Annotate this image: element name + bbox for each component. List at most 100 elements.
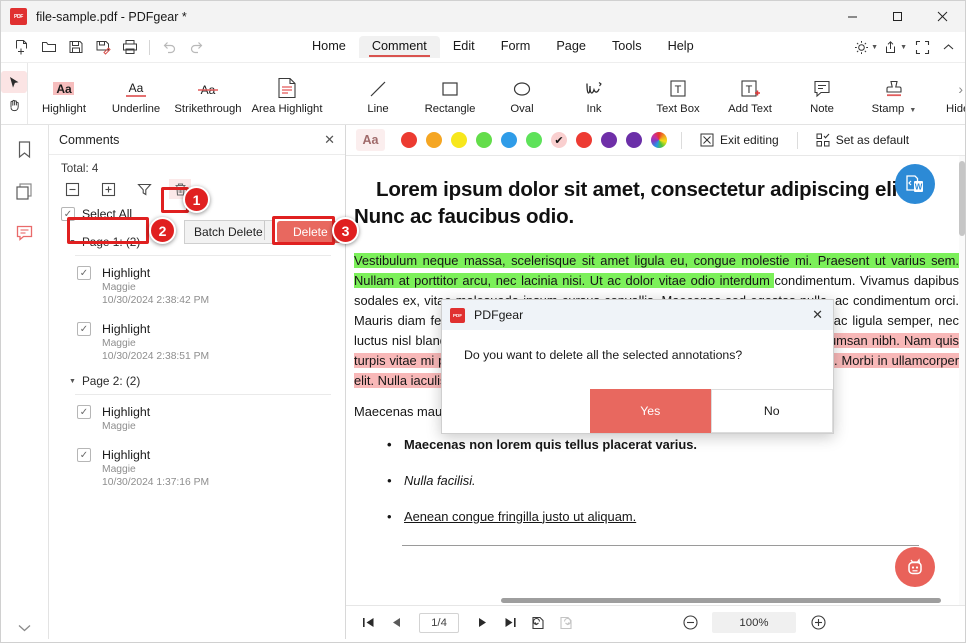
tab-tools[interactable]: Tools: [599, 36, 655, 58]
last-page-icon[interactable]: [496, 611, 524, 635]
minimize-button[interactable]: [830, 1, 875, 32]
hand-tool-icon[interactable]: [1, 94, 27, 116]
undo-icon[interactable]: [157, 35, 182, 59]
maximize-button[interactable]: [875, 1, 920, 32]
ribbon-add-text-button[interactable]: T Add Text: [714, 65, 786, 123]
oval-icon: [510, 73, 534, 100]
comment-checkbox[interactable]: ✓: [77, 266, 91, 280]
fullscreen-icon[interactable]: [910, 35, 935, 60]
ribbon-note-button[interactable]: Note: [786, 65, 858, 123]
comment-checkbox[interactable]: ✓: [77, 405, 91, 419]
ribbon-oval-button[interactable]: Oval: [486, 65, 558, 123]
open-file-icon[interactable]: [36, 35, 61, 59]
collapse-ribbon-icon[interactable]: [936, 35, 961, 60]
save-as-icon[interactable]: [90, 35, 115, 59]
zoom-out-icon[interactable]: [676, 611, 704, 635]
comment-details: Highlight Maggie 10/30/2024 2:38:42 PM: [102, 266, 209, 306]
ribbon-text-box-button[interactable]: T Text Box: [642, 65, 714, 123]
zoom-in-icon[interactable]: [804, 611, 832, 635]
first-page-icon[interactable]: [354, 611, 382, 635]
comments-group-page-2-label: Page 2: (2): [82, 374, 140, 388]
comment-list-item[interactable]: ✓ Highlight Maggie 10/30/2024 1:37:16 PM: [49, 438, 345, 494]
color-swatch-orange[interactable]: [426, 132, 442, 148]
vertical-scrollbar[interactable]: [959, 156, 965, 605]
close-button[interactable]: [920, 1, 965, 32]
set-as-default-icon: [816, 133, 830, 147]
ribbon-stamp-button[interactable]: Stamp ▼: [858, 65, 930, 123]
horizontal-scrollbar-thumb[interactable]: [501, 598, 941, 603]
expand-all-icon[interactable]: [97, 179, 119, 199]
font-style-button[interactable]: Aa: [356, 129, 385, 151]
assistant-bot-icon[interactable]: [895, 547, 935, 587]
bookmarks-icon[interactable]: [10, 135, 40, 163]
dialog-close-icon[interactable]: ✕: [812, 307, 823, 323]
comment-list-item[interactable]: ✓ Highlight Maggie 10/30/2024 2:38:51 PM: [49, 312, 345, 368]
color-swatch-purple-2[interactable]: [626, 132, 642, 148]
share-icon[interactable]: ▼: [881, 35, 909, 60]
context-divider: [264, 221, 265, 240]
exit-editing-button[interactable]: Exit editing: [696, 130, 783, 150]
ribbon-highlight-button[interactable]: Aa Highlight: [28, 65, 100, 123]
prev-page-icon[interactable]: [382, 611, 410, 635]
color-swatch-yellow[interactable]: [451, 132, 467, 148]
color-swatch-blue[interactable]: [501, 132, 517, 148]
comment-checkbox[interactable]: ✓: [77, 322, 91, 336]
thumbnails-icon[interactable]: [10, 177, 40, 205]
select-all-checkbox[interactable]: ✓: [61, 207, 75, 221]
tab-form[interactable]: Form: [488, 36, 544, 58]
set-as-default-label: Set as default: [836, 133, 909, 147]
print-icon[interactable]: [117, 35, 142, 59]
vertical-scrollbar-thumb[interactable]: [959, 161, 965, 236]
close-icon[interactable]: ✕: [324, 132, 335, 148]
svg-text:Aa: Aa: [56, 82, 72, 96]
color-swatch-purple[interactable]: [601, 132, 617, 148]
tab-edit[interactable]: Edit: [440, 36, 488, 58]
color-picker-icon[interactable]: [651, 132, 667, 148]
color-swatch-green[interactable]: [476, 132, 492, 148]
rail-collapse-icon[interactable]: [17, 623, 32, 633]
filter-icon[interactable]: [133, 179, 155, 199]
window-title: file-sample.pdf - PDFgear *: [36, 10, 187, 24]
document-bullet-3: Aenean congue fringilla justo ut aliquam…: [354, 509, 959, 524]
save-icon[interactable]: [63, 35, 88, 59]
comments-icon[interactable]: [10, 219, 40, 247]
rotate-right-icon[interactable]: [552, 611, 580, 635]
tab-help[interactable]: Help: [655, 36, 707, 58]
color-swatch-selected-pink[interactable]: [551, 132, 567, 148]
ribbon-strikethrough-button[interactable]: Aa Strikethrough: [172, 65, 244, 123]
document-bullet-list: Maecenas non lorem quis tellus placerat …: [354, 437, 959, 524]
color-swatch-red[interactable]: [401, 132, 417, 148]
comment-checkbox[interactable]: ✓: [77, 448, 91, 462]
dialog-header: PDFgear ✕: [442, 300, 833, 330]
redo-icon[interactable]: [184, 35, 209, 59]
dialog-no-button[interactable]: No: [711, 389, 834, 433]
ribbon-ink-button[interactable]: Ink: [558, 65, 630, 123]
next-page-icon[interactable]: [468, 611, 496, 635]
ribbon-rectangle-button[interactable]: Rectangle: [414, 65, 486, 123]
new-file-icon[interactable]: [9, 35, 34, 59]
horizontal-scrollbar[interactable]: [346, 598, 965, 605]
tab-home[interactable]: Home: [299, 36, 359, 58]
ribbon-underline-button[interactable]: Aa Underline: [100, 65, 172, 123]
tab-comment[interactable]: Comment: [359, 36, 440, 58]
page-indicator[interactable]: 1/4: [419, 613, 459, 633]
comment-list-item[interactable]: ✓ Highlight Maggie: [49, 395, 345, 438]
ribbon-expand-icon[interactable]: ›: [958, 81, 963, 97]
comment-author: Maggie: [102, 464, 209, 475]
set-as-default-button[interactable]: Set as default: [812, 130, 913, 150]
select-cursor-icon[interactable]: [1, 71, 27, 93]
tab-page[interactable]: Page: [543, 36, 599, 58]
ribbon-line-button[interactable]: Line: [342, 65, 414, 123]
word-convert-icon[interactable]: W: [895, 164, 935, 204]
theme-icon[interactable]: ▼: [852, 35, 880, 60]
comment-list-item[interactable]: ✓ Highlight Maggie 10/30/2024 2:38:42 PM: [49, 256, 345, 312]
dialog-yes-button[interactable]: Yes: [590, 389, 711, 433]
menubar-right-tools: ▼ ▼: [852, 35, 961, 60]
ribbon-area-highlight-button[interactable]: Area Highlight: [244, 65, 330, 123]
color-swatch-red-2[interactable]: [576, 132, 592, 148]
color-swatch-light-green[interactable]: [526, 132, 542, 148]
zoom-level[interactable]: 100%: [712, 612, 796, 633]
collapse-all-icon[interactable]: [61, 179, 83, 199]
comments-group-page-2[interactable]: ▼ Page 2: (2): [49, 368, 345, 394]
rotate-left-icon[interactable]: [524, 611, 552, 635]
